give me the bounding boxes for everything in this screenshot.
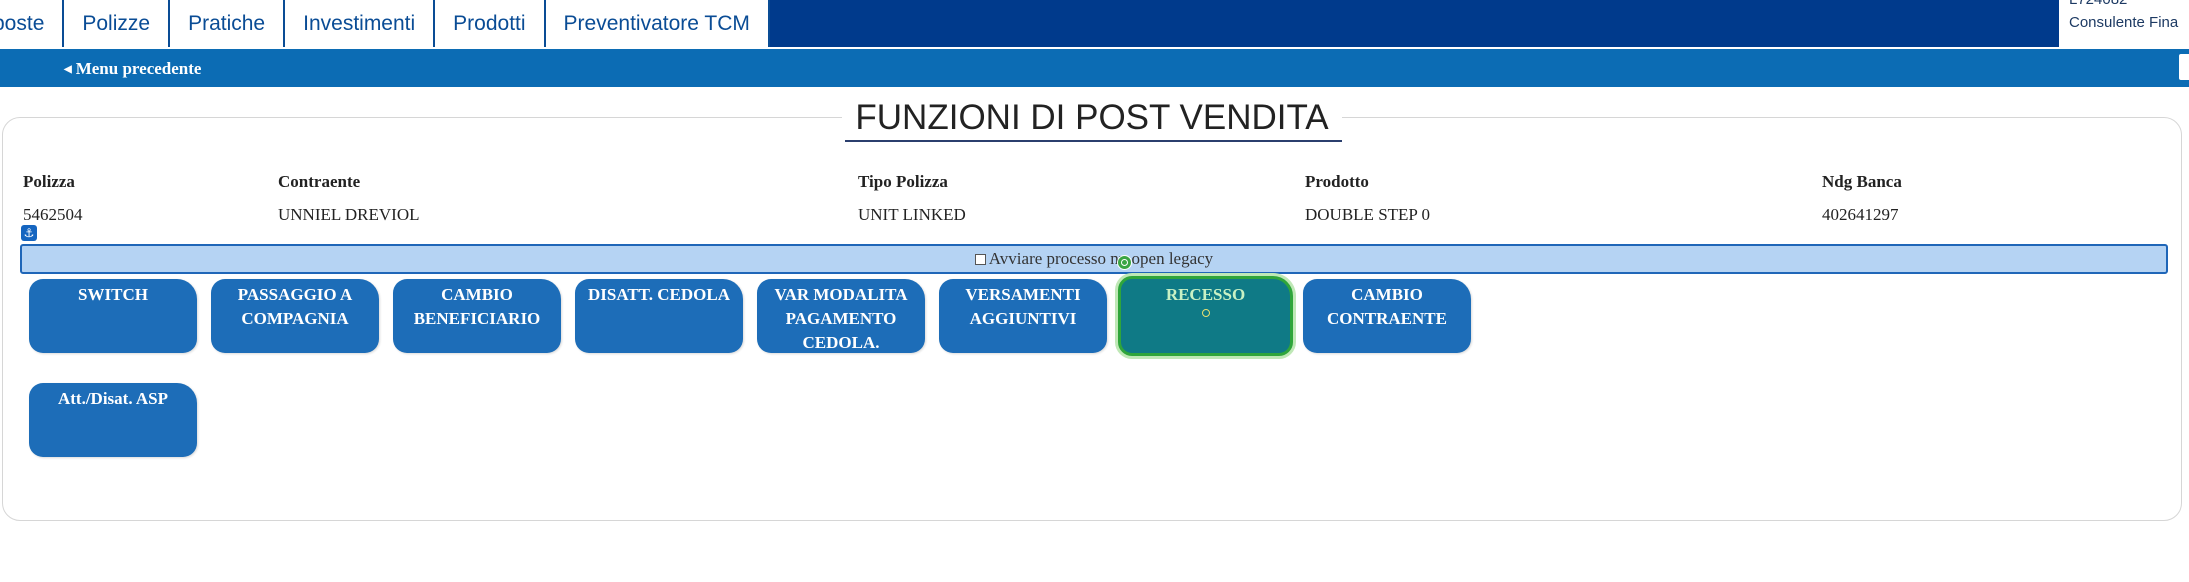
value-tipo-polizza: UNIT LINKED bbox=[858, 205, 966, 224]
recesso-label: RECESSO bbox=[1165, 285, 1246, 304]
tab-prodotti[interactable]: Prodotti bbox=[435, 0, 546, 47]
main-tabs: poste Polizze Pratiche Investimenti Prod… bbox=[0, 0, 770, 47]
page-title: FUNZIONI DI POST VENDITA bbox=[842, 96, 1342, 143]
passaggio-compagnia-button[interactable]: PASSAGGIO A COMPAGNIA bbox=[211, 279, 379, 353]
tab-preventivatore-tcm[interactable]: Preventivatore TCM bbox=[545, 0, 770, 47]
value-contraente: UNNIEL DREVIOL bbox=[278, 205, 420, 224]
cambio-beneficiario-button[interactable]: CAMBIO BENEFICIARIO bbox=[393, 279, 561, 353]
user-role: Consulente Fina bbox=[2069, 14, 2179, 31]
header-tipo-polizza: Tipo Polizza bbox=[858, 172, 948, 191]
legacy-checkbox[interactable] bbox=[974, 253, 986, 265]
header-prodotto: Prodotto bbox=[1305, 172, 1369, 191]
tab-investimenti[interactable]: Investimenti bbox=[285, 0, 436, 47]
value-prodotto: DOUBLE STEP 0 bbox=[1305, 205, 1430, 224]
header-polizza: Polizza bbox=[23, 172, 75, 191]
header-contraente: Contraente bbox=[278, 172, 361, 191]
value-ndg-banca: 402641297 bbox=[1822, 205, 1899, 224]
tab-pratiche[interactable]: Pratiche bbox=[170, 0, 286, 47]
cursor-dot-icon bbox=[1201, 309, 1210, 317]
back-navigation-bar: ◀ Menu precedente bbox=[0, 49, 2189, 87]
user-box-gap bbox=[2047, 0, 2059, 47]
recesso-button[interactable]: RECESSO bbox=[1118, 276, 1293, 356]
target-icon bbox=[1117, 255, 1132, 270]
anchor-icon[interactable]: ⚓ bbox=[21, 225, 37, 241]
var-modalita-pagamento-button[interactable]: VAR MODALITA PAGAMENTO CEDOLA. bbox=[757, 279, 925, 353]
back-link[interactable]: ◀ Menu precedente bbox=[64, 59, 201, 79]
tab-polizze[interactable]: Polizze bbox=[64, 0, 171, 47]
value-polizza: 5462504 bbox=[23, 205, 83, 224]
switch-button[interactable]: SWITCH bbox=[29, 279, 197, 353]
title-underline bbox=[845, 140, 1342, 142]
back-link-label: Menu precedente bbox=[75, 59, 202, 78]
bar-right-control[interactable] bbox=[2179, 54, 2189, 80]
tab-poste[interactable]: poste bbox=[0, 0, 65, 47]
versamenti-aggiuntivi-button[interactable]: VERSAMENTI AGGIUNTIVI bbox=[939, 279, 1107, 353]
caret-left-icon: ◀ bbox=[64, 63, 72, 75]
user-code: L724082 bbox=[2069, 0, 2127, 8]
legacy-process-row[interactable]: Avviare processo nu open legacy bbox=[20, 244, 2168, 274]
att-disat-asp-button[interactable]: Att./Disat. ASP bbox=[29, 383, 197, 457]
disatt-cedola-button[interactable]: DISATT. CEDOLA bbox=[575, 279, 743, 353]
cambio-contraente-button[interactable]: CAMBIO CONTRAENTE bbox=[1303, 279, 1471, 353]
legacy-label: Avviare processo nu open legacy bbox=[988, 249, 1214, 268]
header-ndg-banca: Ndg Banca bbox=[1822, 172, 1902, 191]
user-info-box: L724082 Consulente Fina bbox=[2059, 0, 2189, 47]
top-navigation-bar: poste Polizze Pratiche Investimenti Prod… bbox=[0, 0, 2189, 47]
